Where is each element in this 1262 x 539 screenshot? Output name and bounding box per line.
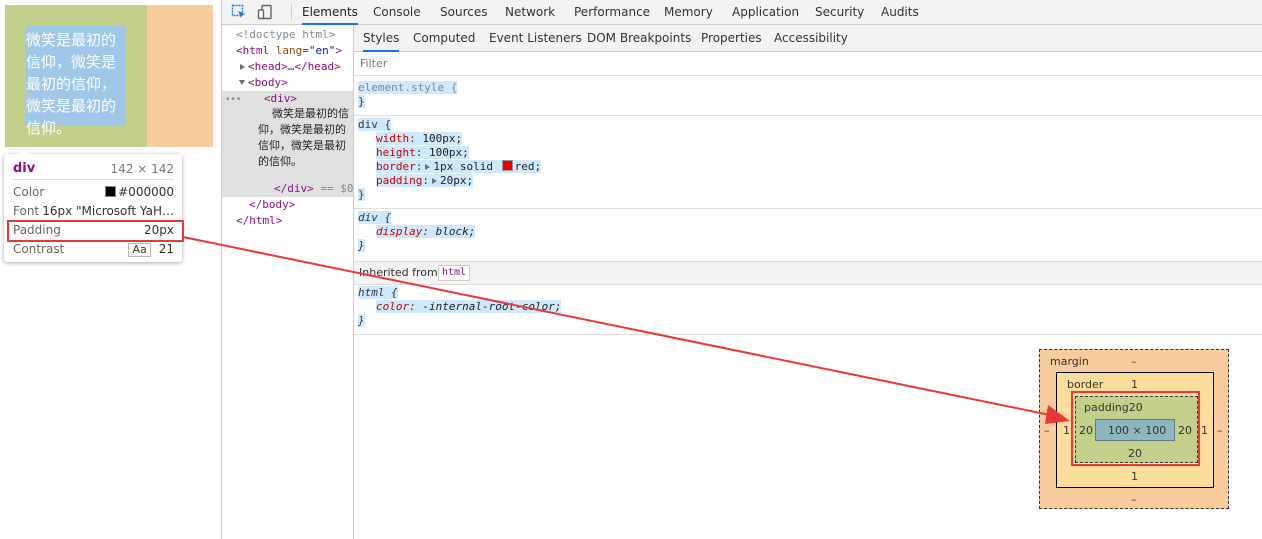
annotation-arrow	[182, 236, 1070, 424]
